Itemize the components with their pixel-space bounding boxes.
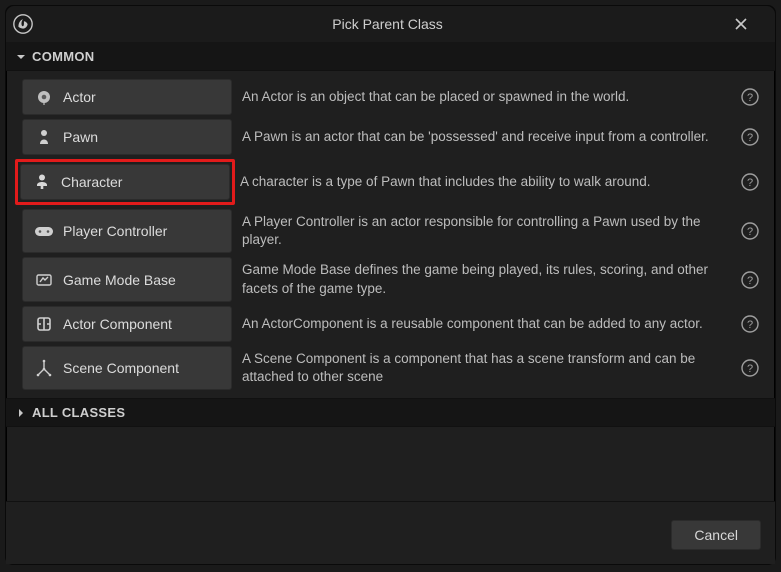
class-description: A Scene Component is a component that ha… (232, 346, 733, 390)
footer: Cancel (6, 501, 775, 564)
class-description: An Actor is an object that can be placed… (232, 79, 733, 115)
svg-text:?: ? (747, 319, 753, 331)
class-description: An ActorComponent is a reusable componen… (232, 306, 733, 342)
class-label: Actor (63, 89, 96, 105)
section-header-common[interactable]: COMMON (6, 43, 775, 71)
class-label: Pawn (63, 129, 98, 145)
svg-text:?: ? (747, 92, 753, 104)
class-button-character[interactable]: Character (20, 164, 230, 200)
class-row-scene-component: Scene Component A Scene Component is a c… (6, 344, 775, 392)
svg-text:?: ? (747, 177, 753, 189)
highlight-box: Character (15, 159, 235, 205)
class-label: Game Mode Base (63, 272, 176, 288)
actor-icon (33, 88, 55, 106)
class-button-pawn[interactable]: Pawn (22, 119, 232, 155)
help-button[interactable]: ? (733, 257, 767, 301)
class-row-game-mode-base: Game Mode Base Game Mode Base defines th… (6, 255, 775, 303)
section-label: COMMON (32, 49, 94, 64)
help-icon: ? (741, 271, 759, 289)
help-button[interactable]: ? (733, 159, 767, 205)
help-icon: ? (741, 173, 759, 191)
class-row-character: Character A character is a type of Pawn … (6, 157, 775, 207)
class-row-actor: Actor An Actor is an object that can be … (6, 77, 775, 117)
game-mode-icon (33, 271, 55, 289)
class-description: Game Mode Base defines the game being pl… (232, 257, 733, 301)
class-label: Player Controller (63, 223, 167, 239)
cancel-button[interactable]: Cancel (671, 520, 761, 550)
pick-parent-class-window: Pick Parent Class COMMON Actor An Actor … (5, 5, 776, 565)
common-class-list: Actor An Actor is an object that can be … (6, 71, 775, 399)
close-button[interactable] (735, 18, 775, 30)
class-description: A Pawn is an actor that can be 'possesse… (232, 119, 733, 155)
help-icon: ? (741, 128, 759, 146)
help-button[interactable]: ? (733, 79, 767, 115)
actor-component-icon (33, 315, 55, 333)
help-icon: ? (741, 359, 759, 377)
unreal-logo-icon (6, 13, 40, 35)
window-title: Pick Parent Class (40, 16, 735, 32)
section-header-all-classes[interactable]: ALL CLASSES (6, 399, 775, 427)
class-label: Scene Component (63, 360, 179, 376)
help-icon: ? (741, 315, 759, 333)
svg-text:?: ? (747, 226, 753, 238)
class-description: A Player Controller is an actor responsi… (232, 209, 733, 253)
class-description: A character is a type of Pawn that inclu… (230, 159, 733, 205)
chevron-right-icon (16, 408, 26, 418)
scene-component-icon (33, 359, 55, 377)
svg-text:?: ? (747, 132, 753, 144)
titlebar: Pick Parent Class (6, 6, 775, 43)
chevron-down-icon (16, 52, 26, 62)
svg-text:?: ? (747, 363, 753, 375)
class-label: Character (61, 174, 122, 190)
help-button[interactable]: ? (733, 346, 767, 390)
class-button-player-controller[interactable]: Player Controller (22, 209, 232, 253)
class-button-scene-component[interactable]: Scene Component (22, 346, 232, 390)
class-row-pawn: Pawn A Pawn is an actor that can be 'pos… (6, 117, 775, 157)
player-controller-icon (33, 224, 55, 238)
help-button[interactable]: ? (733, 306, 767, 342)
help-icon: ? (741, 222, 759, 240)
class-row-actor-component: Actor Component An ActorComponent is a r… (6, 304, 775, 344)
class-button-actor[interactable]: Actor (22, 79, 232, 115)
help-button[interactable]: ? (733, 209, 767, 253)
class-label: Actor Component (63, 316, 172, 332)
help-icon: ? (741, 88, 759, 106)
class-row-player-controller: Player Controller A Player Controller is… (6, 207, 775, 255)
svg-text:?: ? (747, 275, 753, 287)
class-button-actor-component[interactable]: Actor Component (22, 306, 232, 342)
pawn-icon (33, 128, 55, 146)
class-button-game-mode-base[interactable]: Game Mode Base (22, 257, 232, 301)
section-label: ALL CLASSES (32, 405, 125, 420)
character-icon (31, 173, 53, 191)
help-button[interactable]: ? (733, 119, 767, 155)
close-icon (735, 18, 747, 30)
